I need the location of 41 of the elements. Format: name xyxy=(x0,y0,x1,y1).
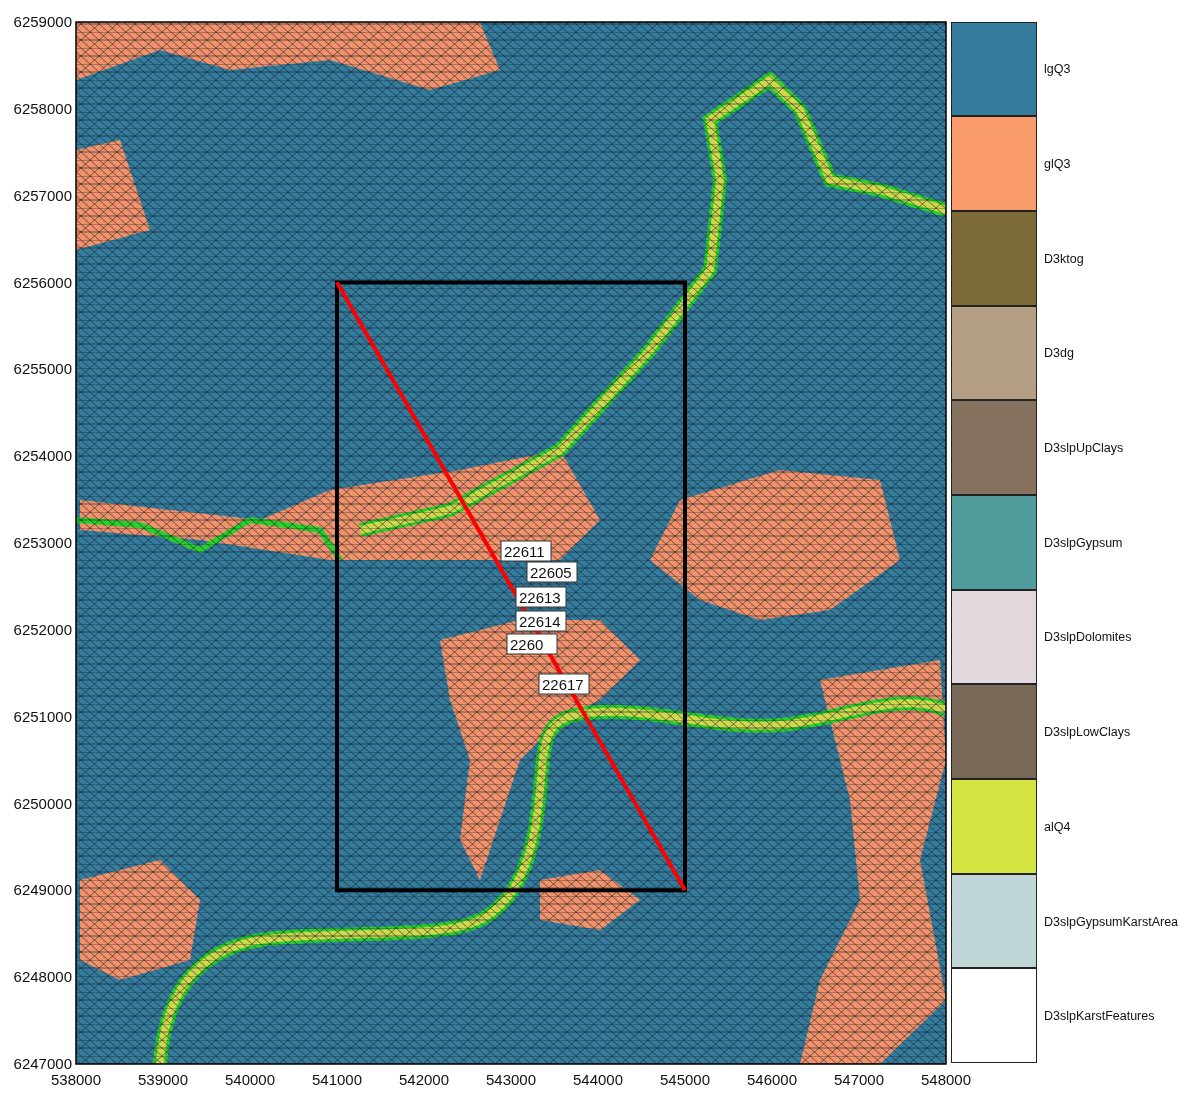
x-axis-tick-label: 544000 xyxy=(572,1071,624,1088)
well-label: 22614 xyxy=(515,610,567,632)
x-axis-tick-label: 538000 xyxy=(50,1071,102,1088)
y-axis-tick-label: 6258000 xyxy=(13,99,72,117)
legend-label: D3slpLowClays xyxy=(1044,725,1131,740)
legend-label: D3dg xyxy=(1044,346,1074,361)
x-axis-tick-label: 539000 xyxy=(137,1071,189,1088)
y-axis-tick-label: 6247000 xyxy=(13,1055,72,1072)
well-label: 22617 xyxy=(538,673,590,695)
legend-label: D3slpGypsum xyxy=(1044,535,1123,550)
y-axis-tick-label: 6257000 xyxy=(13,186,72,204)
legend-label: D3slpKarstFeatures xyxy=(1044,1009,1155,1024)
x-axis-tick-label: 546000 xyxy=(746,1071,798,1088)
well-label: 2260 xyxy=(506,633,558,655)
y-axis-tick-label: 6254000 xyxy=(13,447,72,465)
y-axis-tick-label: 6255000 xyxy=(13,360,72,378)
x-axis-tick-label: 543000 xyxy=(485,1071,537,1088)
x-axis-tick-label: 548000 xyxy=(920,1071,972,1088)
legend-label: alQ4 xyxy=(1044,819,1071,834)
x-axis-tick-label: 542000 xyxy=(398,1071,450,1088)
y-axis-tick-label: 6252000 xyxy=(13,620,72,638)
legend-label: D3slpGypsumKarstArea xyxy=(1044,914,1179,929)
y-axis-tick-label: 6248000 xyxy=(13,968,72,986)
well-label: 22613 xyxy=(515,586,567,608)
legend-label: lgQ3 xyxy=(1044,62,1071,77)
y-axis-tick-label: 6256000 xyxy=(13,273,72,291)
y-axis-tick-label: 6253000 xyxy=(13,534,72,551)
legend-label: D3ktog xyxy=(1044,251,1084,266)
x-axis-tick-label: 545000 xyxy=(659,1071,711,1088)
legend-label: D3slpUpClays xyxy=(1044,441,1124,456)
y-axis-tick-label: 6251000 xyxy=(13,707,72,725)
y-axis-tick-label: 6250000 xyxy=(13,794,72,812)
legend-label: glQ3 xyxy=(1044,157,1071,172)
y-axis-tick-label: 6259000 xyxy=(13,13,72,30)
well-label: 22611 xyxy=(500,540,552,562)
x-axis-tick-label: 541000 xyxy=(311,1071,363,1088)
x-axis-tick-label: 547000 xyxy=(833,1071,885,1088)
y-axis-tick-label: 6249000 xyxy=(13,881,72,899)
legend-label: D3slpDolomites xyxy=(1044,630,1132,645)
x-axis-tick-label: 540000 xyxy=(224,1071,276,1088)
well-label: 22605 xyxy=(526,561,578,583)
